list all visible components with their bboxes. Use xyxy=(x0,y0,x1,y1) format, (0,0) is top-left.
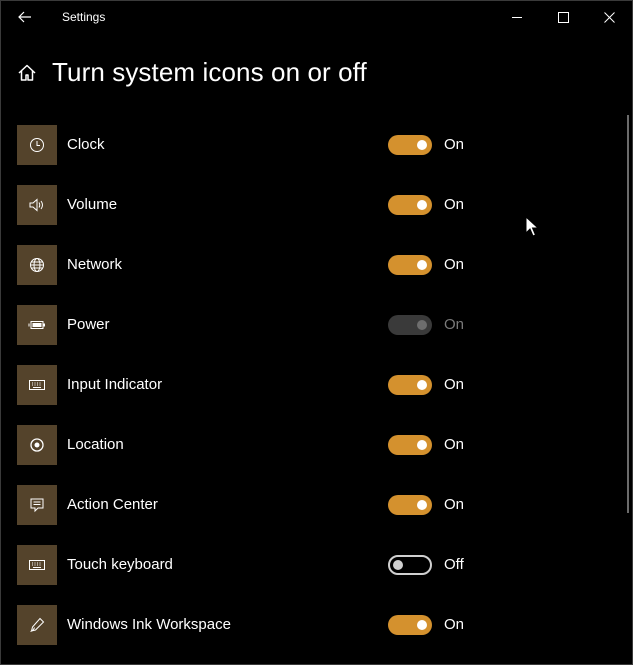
toggle-state: On xyxy=(444,436,465,453)
list-item: Action Center On xyxy=(17,485,497,525)
list-item: Location On xyxy=(17,425,497,465)
icon-tile xyxy=(17,425,57,465)
power-toggle[interactable] xyxy=(388,315,432,335)
input-indicator-toggle[interactable] xyxy=(388,375,432,395)
list-item: Clock On xyxy=(17,125,497,165)
maximize-icon xyxy=(557,11,569,23)
back-arrow-icon xyxy=(18,11,31,23)
maximize-button[interactable] xyxy=(540,0,586,34)
icon-tile xyxy=(17,245,57,285)
icon-tile xyxy=(17,185,57,225)
title-bar: Settings xyxy=(0,0,633,34)
close-icon xyxy=(603,11,615,23)
home-icon[interactable] xyxy=(16,62,38,84)
list-item: Windows Ink Workspace On xyxy=(17,605,497,645)
toggle-state: On xyxy=(444,256,465,273)
page-title: Turn system icons on or off xyxy=(52,57,367,87)
item-label: Volume xyxy=(67,196,118,213)
toggle-state: On xyxy=(444,316,465,333)
location-icon xyxy=(30,438,44,452)
toggle-state: On xyxy=(444,196,465,213)
item-label: Input Indicator xyxy=(67,376,163,393)
clock-toggle[interactable] xyxy=(388,135,432,155)
item-label: Clock xyxy=(67,136,105,153)
list-item: Network On xyxy=(17,245,497,285)
globe-icon xyxy=(30,258,44,272)
volume-toggle[interactable] xyxy=(388,195,432,215)
icon-tile xyxy=(17,545,57,585)
toggle-state: On xyxy=(444,496,465,513)
back-button[interactable] xyxy=(10,5,40,29)
icon-tile xyxy=(17,125,57,165)
volume-icon xyxy=(29,198,43,212)
action-center-icon xyxy=(30,498,44,513)
touch-keyboard-toggle[interactable] xyxy=(388,555,432,575)
toggle-state: Off xyxy=(444,556,464,573)
network-toggle[interactable] xyxy=(388,255,432,275)
scrollbar[interactable] xyxy=(627,115,629,513)
windows-ink-toggle[interactable] xyxy=(388,615,432,635)
mouse-cursor-icon xyxy=(525,216,539,237)
item-label: Network xyxy=(67,256,123,273)
app-title: Settings xyxy=(62,10,106,24)
battery-icon xyxy=(28,321,45,329)
keyboard-icon xyxy=(29,380,45,390)
toggle-state: On xyxy=(444,376,465,393)
toggle-state: On xyxy=(444,136,465,153)
icon-tile xyxy=(17,305,57,345)
clock-icon xyxy=(30,138,44,152)
item-label: Action Center xyxy=(67,496,158,513)
minimize-icon xyxy=(511,16,522,18)
icon-tile xyxy=(17,605,57,645)
minimize-button[interactable] xyxy=(494,0,540,34)
action-center-toggle[interactable] xyxy=(388,495,432,515)
list-item: Input Indicator On xyxy=(17,365,497,405)
pen-icon xyxy=(30,617,45,632)
keyboard-icon xyxy=(29,560,45,570)
item-label: Location xyxy=(67,436,124,453)
item-label: Windows Ink Workspace xyxy=(67,616,231,633)
item-label: Touch keyboard xyxy=(67,556,173,573)
list-item: Power On xyxy=(17,305,497,345)
icon-tile xyxy=(17,485,57,525)
toggle-state: On xyxy=(444,616,465,633)
icon-tile xyxy=(17,365,57,405)
list-item: Volume On xyxy=(17,185,497,225)
item-label: Power xyxy=(67,316,110,333)
location-toggle[interactable] xyxy=(388,435,432,455)
list-item: Touch keyboard Off xyxy=(17,545,497,585)
close-button[interactable] xyxy=(586,0,632,34)
